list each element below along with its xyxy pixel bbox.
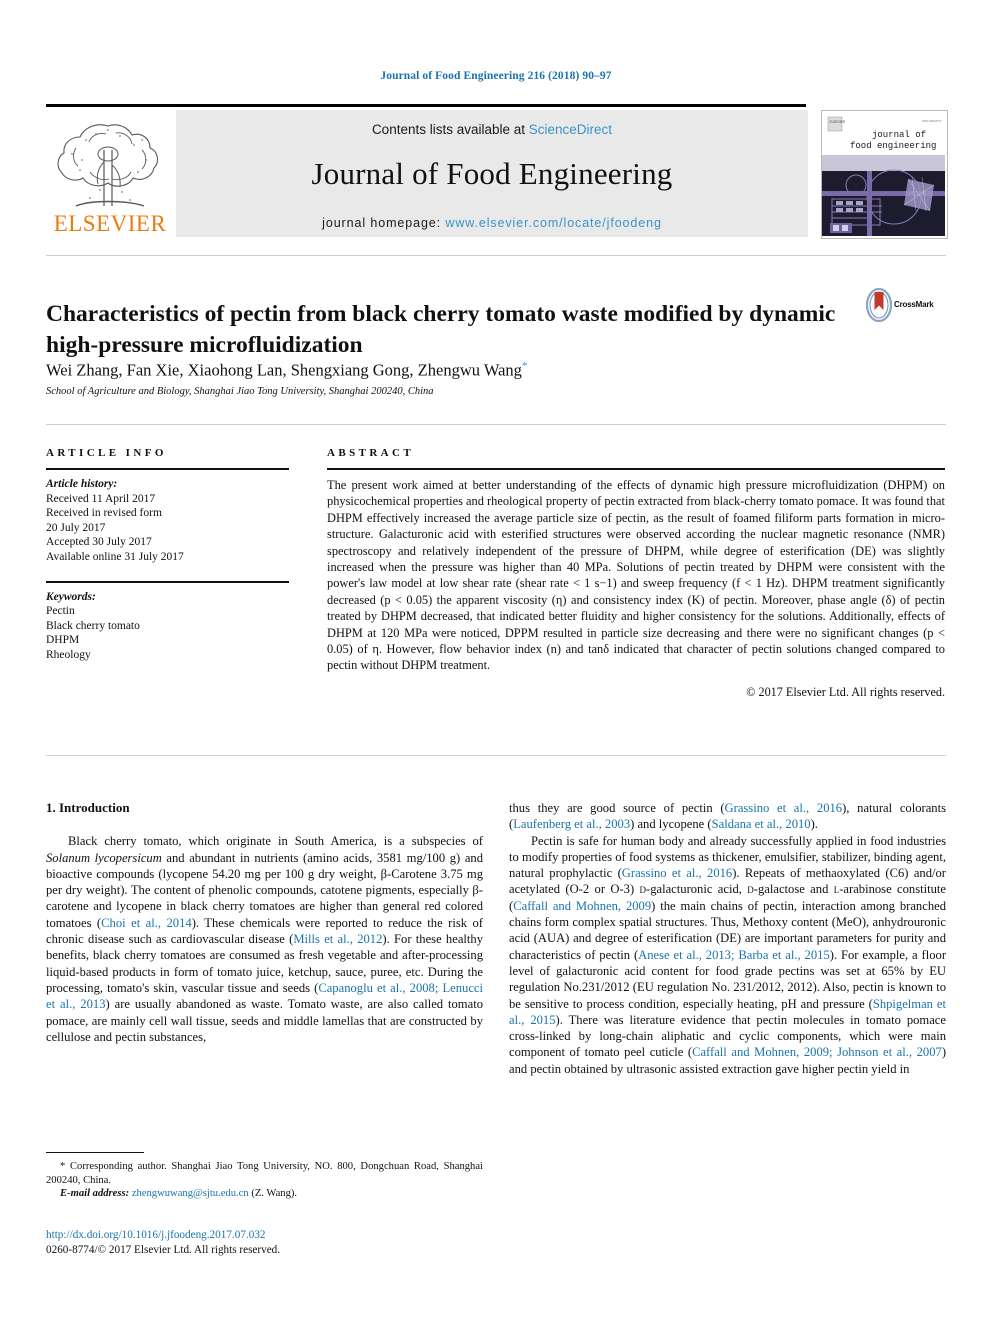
keyword-item: Rheology [46, 648, 91, 661]
citation-link[interactable]: Grassino et al., 2016 [622, 866, 732, 880]
journal-title: Journal of Food Engineering [311, 156, 673, 191]
abstract-text: The present work aimed at better underst… [327, 478, 945, 673]
keyword-item: Pectin [46, 605, 75, 618]
section-heading-introduction: 1. Introduction [46, 800, 130, 815]
species-name: Solanum lycopersicum [46, 850, 162, 865]
cover-artwork: ELSEVIER ISSN 0260-8774 journal of food … [822, 111, 945, 236]
corresponding-author-text: Corresponding author. Shanghai Jiao Tong… [46, 1161, 483, 1186]
intro-right-p1-c: ) and lycopene ( [630, 817, 712, 832]
citation-link[interactable]: Mills et al., 2012 [293, 932, 382, 946]
intro-paragraph-left: Black cherry tomato, which originate in … [46, 833, 483, 1045]
body-column-left: 1. Introduction Black cherry tomato, whi… [46, 800, 483, 1045]
author-names: Wei Zhang, Fan Xie, Xiaohong Lan, Shengx… [46, 360, 522, 380]
article-info-heading: ARTICLE INFO [46, 447, 167, 459]
citation-link[interactable]: Laufenberg et al., 2003 [513, 817, 630, 831]
homepage-prefix: journal homepage: [322, 216, 446, 230]
citation-link[interactable]: Anese et al., 2013; Barba et al., 2015 [638, 948, 830, 962]
footnote-marker: * [60, 1161, 66, 1172]
abstract-bottom-divider [46, 755, 946, 756]
citation-link[interactable]: Saldana et al., 2010 [712, 817, 811, 831]
intro-right-p1-a: thus they are good source of pectin ( [509, 801, 725, 815]
email-link[interactable]: zhengwuwang@sjtu.edu.cn [132, 1188, 249, 1199]
abstract-column: ABSTRACT The present work aimed at bette… [327, 447, 945, 700]
keywords-block: Keywords: Pectin Black cherry tomato DHP… [46, 590, 289, 663]
elsevier-tree-icon [57, 124, 159, 207]
elsevier-logo: ELSEVIER [46, 110, 174, 237]
contents-line: Contents lists available at ScienceDirec… [176, 122, 808, 137]
intro-paragraph-right-cont: thus they are good source of pectin (Gra… [509, 800, 946, 833]
citation-link[interactable]: Grassino et al., 2016 [725, 801, 843, 815]
keywords-label: Keywords: [46, 590, 96, 603]
footnote-block: * Corresponding author. Shanghai Jiao To… [46, 1160, 483, 1201]
email-label: E-mail address: [60, 1188, 130, 1200]
keyword-item: DHPM [46, 634, 80, 647]
crossmark-badge[interactable]: CrossMark [865, 287, 934, 328]
article-history-block: Article history: Received 11 April 2017 … [46, 477, 289, 565]
intro-right-p2-c: -galacturonic acid, [646, 882, 748, 897]
svg-text:journal of: journal of [872, 130, 926, 140]
issn-copyright-line: 0260-8774/© 2017 Elsevier Ltd. All right… [46, 1244, 281, 1256]
article-info-column: ARTICLE INFO Article history: Received 1… [46, 447, 289, 663]
journal-cover-thumbnail: ELSEVIER ISSN 0260-8774 journal of food … [821, 110, 948, 239]
svg-text:ELSEVIER: ELSEVIER [830, 120, 846, 124]
svg-text:ISSN 0260-8774: ISSN 0260-8774 [922, 119, 942, 123]
history-item: 20 July 2017 [46, 521, 106, 534]
intro-paragraph-right-2: Pectin is safe for human body and alread… [509, 833, 946, 1077]
journal-homepage-line: journal homepage: www.elsevier.com/locat… [176, 216, 808, 230]
email-note: E-mail address: zhengwuwang@sjtu.edu.cn … [46, 1187, 483, 1201]
masthead-rule [46, 104, 806, 107]
journal-banner: Contents lists available at ScienceDirec… [176, 110, 808, 237]
abstract-top-divider [46, 424, 946, 425]
footnote-divider [46, 1152, 144, 1153]
sciencedirect-link[interactable]: ScienceDirect [529, 122, 612, 137]
elsevier-wordmark: ELSEVIER [53, 211, 167, 236]
doi-block: http://dx.doi.org/10.1016/j.jfoodeng.201… [46, 1228, 483, 1258]
running-head: Journal of Food Engineering 216 (2018) 9… [380, 70, 612, 82]
abstract-copyright: © 2017 Elsevier Ltd. All rights reserved… [746, 684, 945, 699]
abstract-heading: ABSTRACT [327, 447, 415, 459]
article-history-label: Article history: [46, 478, 118, 490]
citation-link[interactable]: Caffall and Mohnen, 2009; Johnson et al.… [692, 1045, 942, 1059]
affiliation: School of Agriculture and Biology, Shang… [46, 386, 434, 397]
history-item: Available online 31 July 2017 [46, 550, 184, 563]
corresponding-author-note: * Corresponding author. Shanghai Jiao To… [46, 1160, 483, 1187]
history-item: Received in revised form [46, 507, 162, 520]
svg-text:food engineering: food engineering [850, 141, 936, 151]
article-info-rule [46, 468, 289, 470]
title-divider [46, 255, 946, 256]
intro-right-p2-d: -galactose and [753, 882, 834, 897]
corresponding-author-marker[interactable]: * [522, 360, 528, 372]
page-title: Characteristics of pectin from black che… [46, 300, 836, 358]
intro-left-p1-a: Black cherry tomato, which originate in … [68, 834, 483, 849]
email-suffix: (Z. Wang). [251, 1188, 298, 1200]
crossmark-label: CrossMark [894, 300, 934, 309]
body-column-right: thus they are good source of pectin (Gra… [509, 800, 946, 1077]
intro-left-p1-e: ) are usually abandoned as waste. Tomato… [46, 997, 483, 1044]
keywords-rule [46, 580, 289, 583]
homepage-url-link[interactable]: www.elsevier.com/locate/jfoodeng [445, 216, 661, 230]
citation-link[interactable]: Choi et al., 2014 [101, 916, 192, 930]
history-item: Received 11 April 2017 [46, 492, 156, 505]
crossmark-icon [865, 287, 893, 323]
history-item: Accepted 30 July 2017 [46, 536, 152, 549]
abstract-rule [327, 468, 945, 470]
contents-prefix: Contents lists available at [371, 122, 529, 137]
citation-link[interactable]: Caffall and Mohnen, 2009 [513, 899, 651, 913]
paper-page: Journal of Food Engineering 216 (2018) 9… [0, 0, 992, 1323]
doi-link[interactable]: http://dx.doi.org/10.1016/j.jfoodeng.201… [46, 1228, 483, 1243]
intro-right-p1-d: ). [810, 817, 818, 832]
author-list: Wei Zhang, Fan Xie, Xiaohong Lan, Shengx… [46, 360, 846, 381]
keyword-item: Black cherry tomato [46, 619, 140, 632]
journal-masthead: ELSEVIER Contents lists available at Sci… [46, 104, 948, 239]
